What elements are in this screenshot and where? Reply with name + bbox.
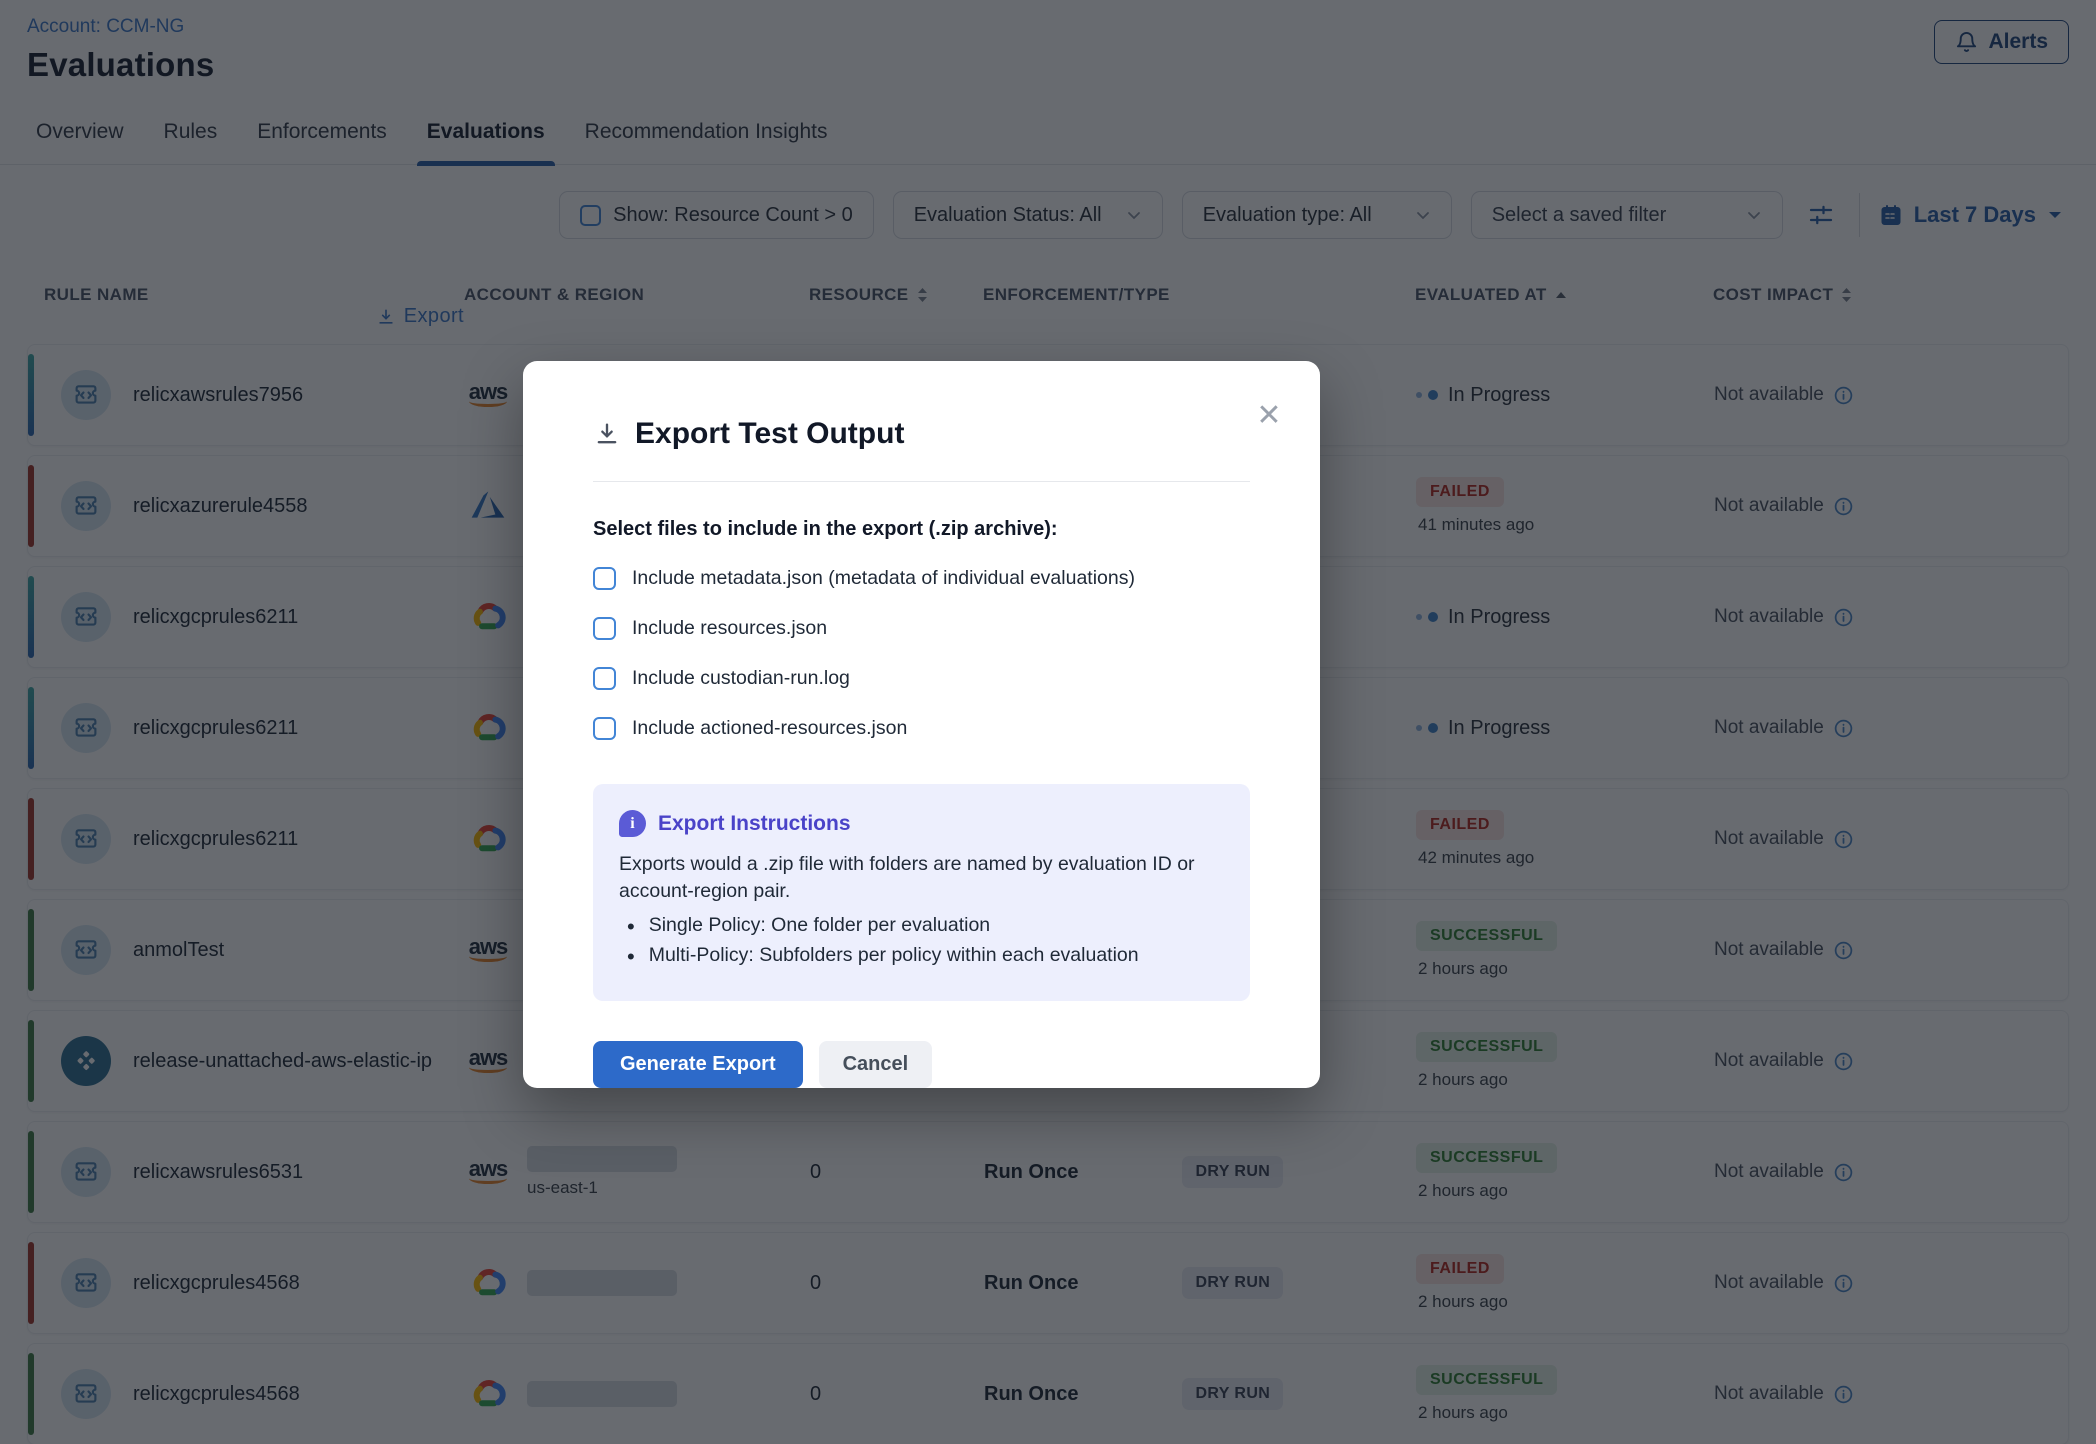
divider: [593, 481, 1250, 482]
info-icon: i: [619, 810, 646, 837]
modal-title: Export Test Output: [635, 417, 904, 451]
evaluations-page: Account: CCM-NG Evaluations Alerts Overv…: [0, 0, 2096, 1444]
download-icon: [593, 420, 621, 448]
checkbox-label: Include resources.json: [632, 617, 827, 640]
instructions-body: Exports would a .zip file with folders a…: [619, 851, 1224, 906]
checkbox-label: Include metadata.json (metadata of indiv…: [632, 567, 1135, 590]
checkbox-icon[interactable]: [593, 667, 616, 690]
instructions-bullet: Multi-Policy: Subfolders per policy with…: [619, 942, 1224, 973]
cancel-button[interactable]: Cancel: [819, 1041, 933, 1088]
instructions-bullet-list: Single Policy: One folder per evaluation…: [619, 912, 1224, 974]
checkbox-label: Include custodian-run.log: [632, 667, 850, 690]
export-file-checkbox[interactable]: Include metadata.json (metadata of indiv…: [593, 567, 1250, 590]
export-file-checkbox[interactable]: Include resources.json: [593, 617, 1250, 640]
close-icon[interactable]: ✕: [1252, 399, 1286, 433]
checkbox-label: Include actioned-resources.json: [632, 717, 907, 740]
checkbox-icon[interactable]: [593, 717, 616, 740]
export-file-checkbox[interactable]: Include actioned-resources.json: [593, 717, 1250, 740]
export-file-checkbox-list: Include metadata.json (metadata of indiv…: [593, 567, 1250, 740]
checkbox-icon[interactable]: [593, 567, 616, 590]
instructions-bullet: Single Policy: One folder per evaluation: [619, 912, 1224, 943]
export-file-checkbox[interactable]: Include custodian-run.log: [593, 667, 1250, 690]
export-test-output-modal: ✕ Export Test Output Select files to inc…: [523, 361, 1320, 1088]
export-instructions-panel: i Export Instructions Exports would a .z…: [593, 784, 1250, 1001]
generate-export-button[interactable]: Generate Export: [593, 1041, 803, 1088]
select-files-label: Select files to include in the export (.…: [593, 518, 1250, 541]
instructions-title: Export Instructions: [658, 812, 851, 836]
checkbox-icon[interactable]: [593, 617, 616, 640]
